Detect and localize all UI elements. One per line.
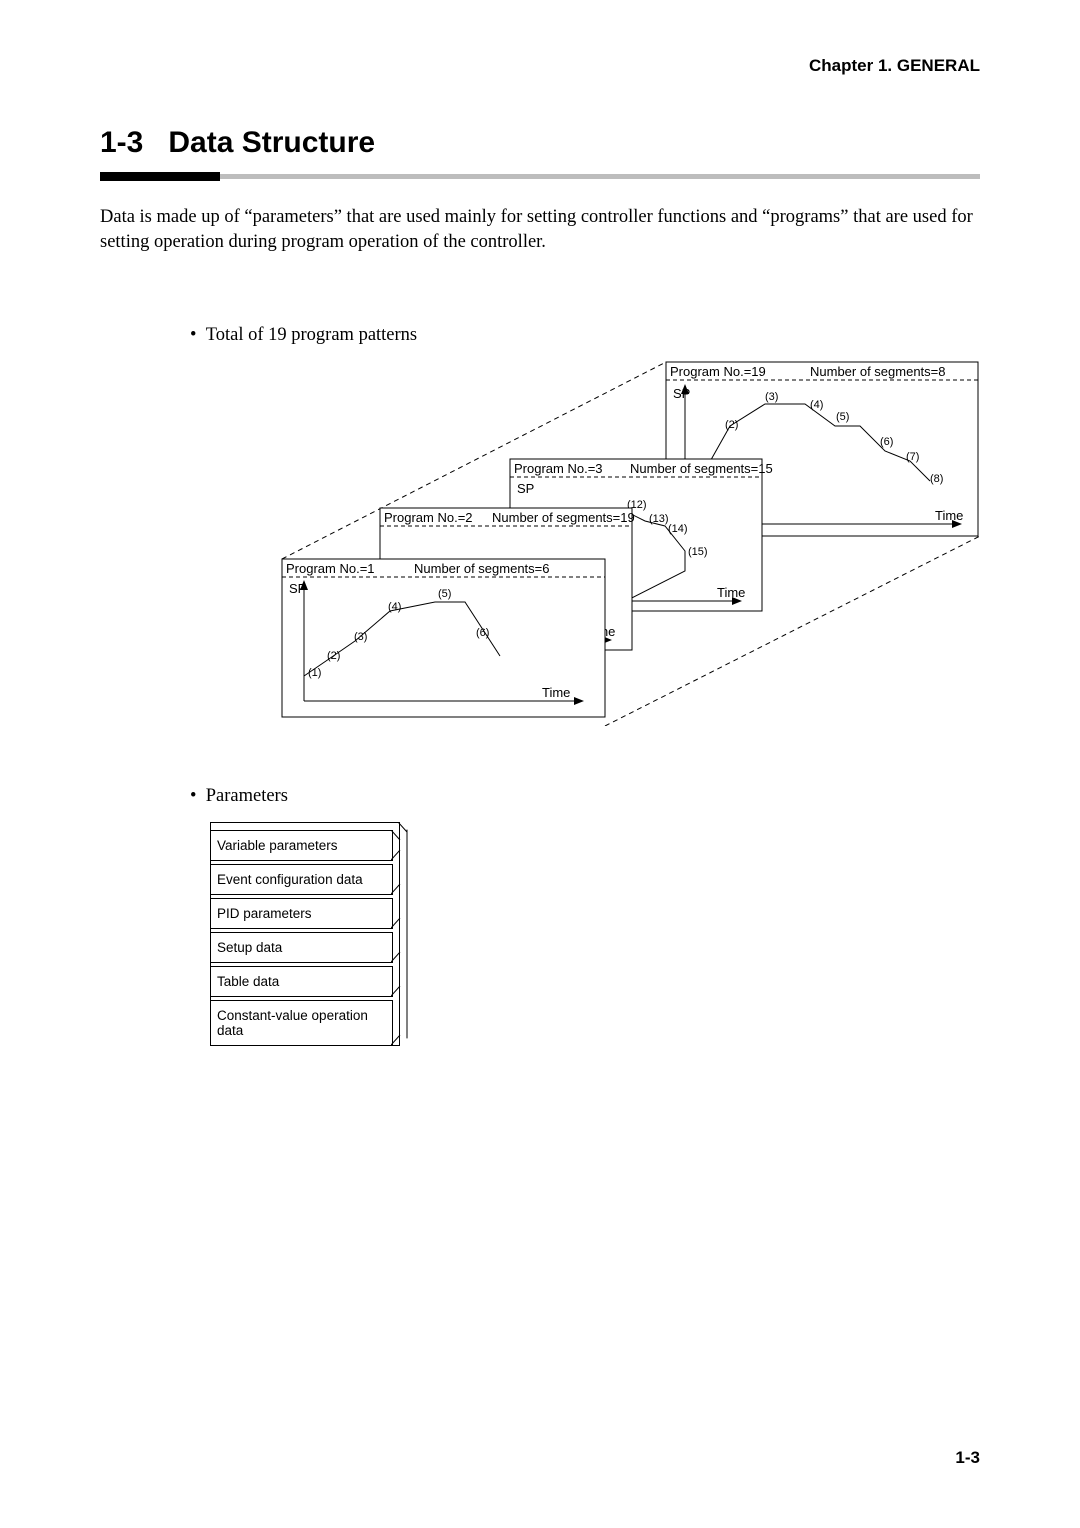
panel3-time: Time [717,585,745,600]
section-rule [100,172,980,181]
svg-text:(14): (14) [668,523,688,535]
param-row-event: Event configuration data [210,864,393,895]
panel2-seg: Number of segments=19 [492,510,635,525]
param-row-table: Table data [210,966,393,997]
param-row-pid: PID parameters [210,898,393,929]
panel19-seg: Number of segments=8 [810,364,945,379]
svg-text:(4): (4) [810,399,823,411]
panel19-time: Time [935,508,963,523]
param-row-setup: Setup data [210,932,393,963]
page-number: 1-3 [955,1448,980,1468]
bullet-parameters-text: Parameters [206,786,288,806]
svg-text:(1): (1) [308,667,321,679]
svg-text:(7): (7) [906,451,919,463]
section-title-text: Data Structure [168,126,375,159]
svg-text:(6): (6) [880,436,893,448]
program-pattern-diagram: Program No.=19 Number of segments=8 SP T… [190,356,980,726]
bullet-programs-text: Total of 19 program patterns [206,325,417,345]
param-row-constant: Constant-value operation data [210,1000,393,1046]
section-title: 1-3 Data Structure [100,126,980,160]
panel2-prog: Program No.=2 [384,510,473,525]
panel1-time: Time [542,685,570,700]
chapter-header: Chapter 1. GENERAL [100,56,980,76]
svg-text:(5): (5) [836,411,849,423]
param-row-variable: Variable parameters [210,830,393,861]
parameter-stack: Variable parameters Event configuration … [210,822,400,1046]
panel3-sp: SP [517,481,534,496]
svg-text:(4): (4) [388,601,401,613]
panel1-seg: Number of segments=6 [414,561,549,576]
panel3-seg: Number of segments=15 [630,461,773,476]
panel19-prog: Program No.=19 [670,364,766,379]
section-number: 1-3 [100,126,143,159]
svg-text:(6): (6) [476,627,489,639]
svg-text:(8): (8) [930,473,943,485]
svg-text:(2): (2) [725,419,738,431]
bullet-parameters: • Parameters [190,786,980,807]
svg-text:(3): (3) [765,391,778,403]
svg-text:(3): (3) [354,631,367,643]
bullet-programs: • Total of 19 program patterns [190,325,980,346]
intro-paragraph: Data is made up of “parameters” that are… [100,205,980,255]
svg-text:(5): (5) [438,588,451,600]
svg-text:(13): (13) [649,513,669,525]
panel3-prog: Program No.=3 [514,461,603,476]
svg-text:(15): (15) [688,546,708,558]
panel1-prog: Program No.=1 [286,561,375,576]
svg-text:(2): (2) [327,650,340,662]
